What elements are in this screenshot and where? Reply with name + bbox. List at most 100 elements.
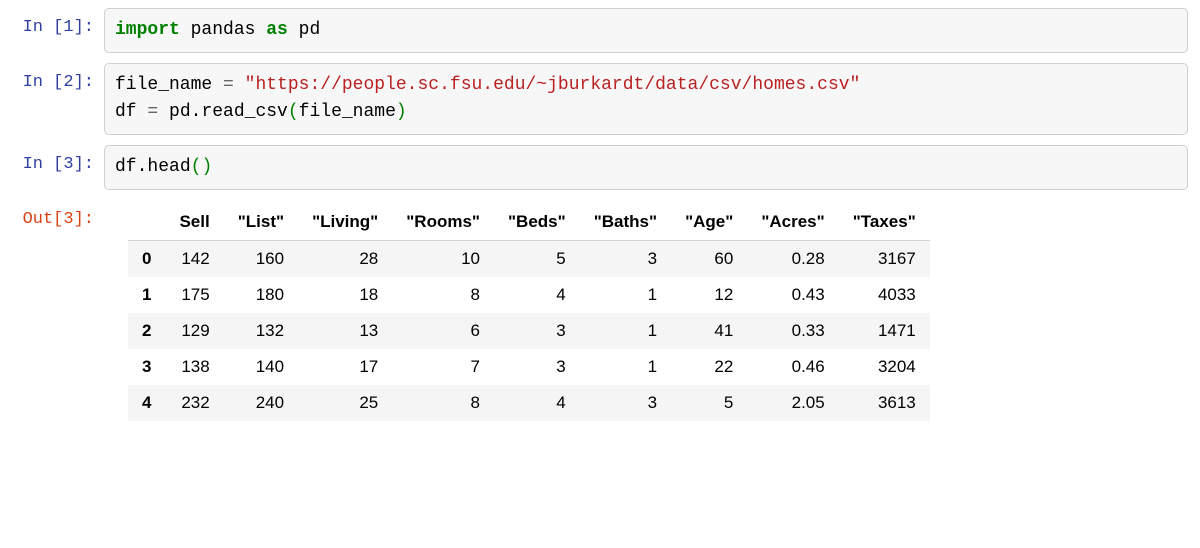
code-input[interactable]: file_name = "https://people.sc.fsu.edu/~… — [104, 63, 1188, 135]
table-cell: 18 — [298, 277, 392, 313]
table-row: 3 138 140 17 7 3 1 22 0.46 3204 — [128, 349, 930, 385]
table-cell: 3613 — [839, 385, 930, 421]
row-index: 3 — [128, 349, 165, 385]
table-row: 2 129 132 13 6 3 1 41 0.33 1471 — [128, 313, 930, 349]
code-cell: In [1]: import pandas as pd — [12, 8, 1188, 53]
output-prompt: Out[3]: — [12, 200, 104, 232]
code-text — [234, 75, 245, 95]
table-header: "Acres" — [747, 204, 838, 241]
code-cell: In [2]: file_name = "https://people.sc.f… — [12, 63, 1188, 135]
table-cell: 3 — [580, 385, 671, 421]
table-cell: 0.33 — [747, 313, 838, 349]
table-header: "Taxes" — [839, 204, 930, 241]
table-header: "Living" — [298, 204, 392, 241]
table-cell: 3 — [494, 313, 580, 349]
table-cell: 3204 — [839, 349, 930, 385]
table-cell: 0.46 — [747, 349, 838, 385]
table-cell: 5 — [671, 385, 747, 421]
table-cell: 232 — [165, 385, 223, 421]
code-text: . — [137, 157, 148, 177]
table-cell: 3 — [580, 241, 671, 278]
code-text: pd — [288, 20, 320, 40]
table-header: "Baths" — [580, 204, 671, 241]
table-cell: 180 — [224, 277, 298, 313]
row-index: 4 — [128, 385, 165, 421]
code-text: file_name — [299, 102, 396, 122]
operator: = — [147, 102, 158, 122]
table-cell: 138 — [165, 349, 223, 385]
table-cell: 6 — [392, 313, 494, 349]
table-cell: 240 — [224, 385, 298, 421]
table-cell: 13 — [298, 313, 392, 349]
table-row: 1 175 180 18 8 4 1 12 0.43 4033 — [128, 277, 930, 313]
table-cell: 4033 — [839, 277, 930, 313]
table-cell: 4 — [494, 385, 580, 421]
table-cell: 60 — [671, 241, 747, 278]
table-cell: 1471 — [839, 313, 930, 349]
table-cell: 175 — [165, 277, 223, 313]
paren-close: ) — [396, 102, 407, 122]
table-cell: 41 — [671, 313, 747, 349]
table-cell: 1 — [580, 313, 671, 349]
input-prompt: In [3]: — [12, 145, 104, 177]
table-row: 4 232 240 25 8 4 3 5 2.05 3613 — [128, 385, 930, 421]
row-index: 1 — [128, 277, 165, 313]
paren-open: ( — [288, 102, 299, 122]
table-cell: 132 — [224, 313, 298, 349]
table-row: 0 142 160 28 10 5 3 60 0.28 3167 — [128, 241, 930, 278]
code-text: . — [191, 102, 202, 122]
row-index: 0 — [128, 241, 165, 278]
table-cell: 10 — [392, 241, 494, 278]
table-cell: 22 — [671, 349, 747, 385]
table-cell: 17 — [298, 349, 392, 385]
code-text: pandas — [180, 20, 266, 40]
code-cell: In [3]: df.head() — [12, 145, 1188, 190]
function-name: head — [147, 157, 190, 177]
table-cell: 12 — [671, 277, 747, 313]
table-cell: 160 — [224, 241, 298, 278]
paren-open: ( — [191, 157, 202, 177]
operator: = — [223, 75, 234, 95]
code-input[interactable]: df.head() — [104, 145, 1188, 190]
code-text: df — [115, 157, 137, 177]
table-cell: 1 — [580, 349, 671, 385]
table-cell: 142 — [165, 241, 223, 278]
table-cell: 25 — [298, 385, 392, 421]
table-cell: 2.05 — [747, 385, 838, 421]
function-name: read_csv — [201, 102, 287, 122]
code-text: pd — [158, 102, 190, 122]
keyword-import: import — [115, 20, 180, 40]
table-cell: 7 — [392, 349, 494, 385]
table-cell: 0.28 — [747, 241, 838, 278]
table-cell: 3167 — [839, 241, 930, 278]
row-index: 2 — [128, 313, 165, 349]
code-text: df — [115, 102, 147, 122]
code-text: file_name — [115, 75, 223, 95]
table-header: "Rooms" — [392, 204, 494, 241]
input-prompt: In [2]: — [12, 63, 104, 95]
input-prompt: In [1]: — [12, 8, 104, 40]
table-header: "List" — [224, 204, 298, 241]
table-cell: 5 — [494, 241, 580, 278]
table-header — [128, 204, 165, 241]
table-header-row: Sell "List" "Living" "Rooms" "Beds" "Bat… — [128, 204, 930, 241]
table-header: "Beds" — [494, 204, 580, 241]
dataframe-table: Sell "List" "Living" "Rooms" "Beds" "Bat… — [128, 204, 930, 421]
table-header: "Age" — [671, 204, 747, 241]
table-cell: 8 — [392, 385, 494, 421]
table-cell: 140 — [224, 349, 298, 385]
code-input[interactable]: import pandas as pd — [104, 8, 1188, 53]
table-header: Sell — [165, 204, 223, 241]
table-cell: 3 — [494, 349, 580, 385]
table-cell: 1 — [580, 277, 671, 313]
table-cell: 8 — [392, 277, 494, 313]
table-cell: 129 — [165, 313, 223, 349]
output-area: Sell "List" "Living" "Rooms" "Beds" "Bat… — [104, 200, 1188, 421]
string-literal: "https://people.sc.fsu.edu/~jburkardt/da… — [245, 75, 861, 95]
table-cell: 28 — [298, 241, 392, 278]
keyword-as: as — [266, 20, 288, 40]
output-cell: Out[3]: Sell "List" "Living" "Rooms" "Be… — [12, 200, 1188, 421]
table-cell: 0.43 — [747, 277, 838, 313]
paren-close: ) — [201, 157, 212, 177]
table-cell: 4 — [494, 277, 580, 313]
